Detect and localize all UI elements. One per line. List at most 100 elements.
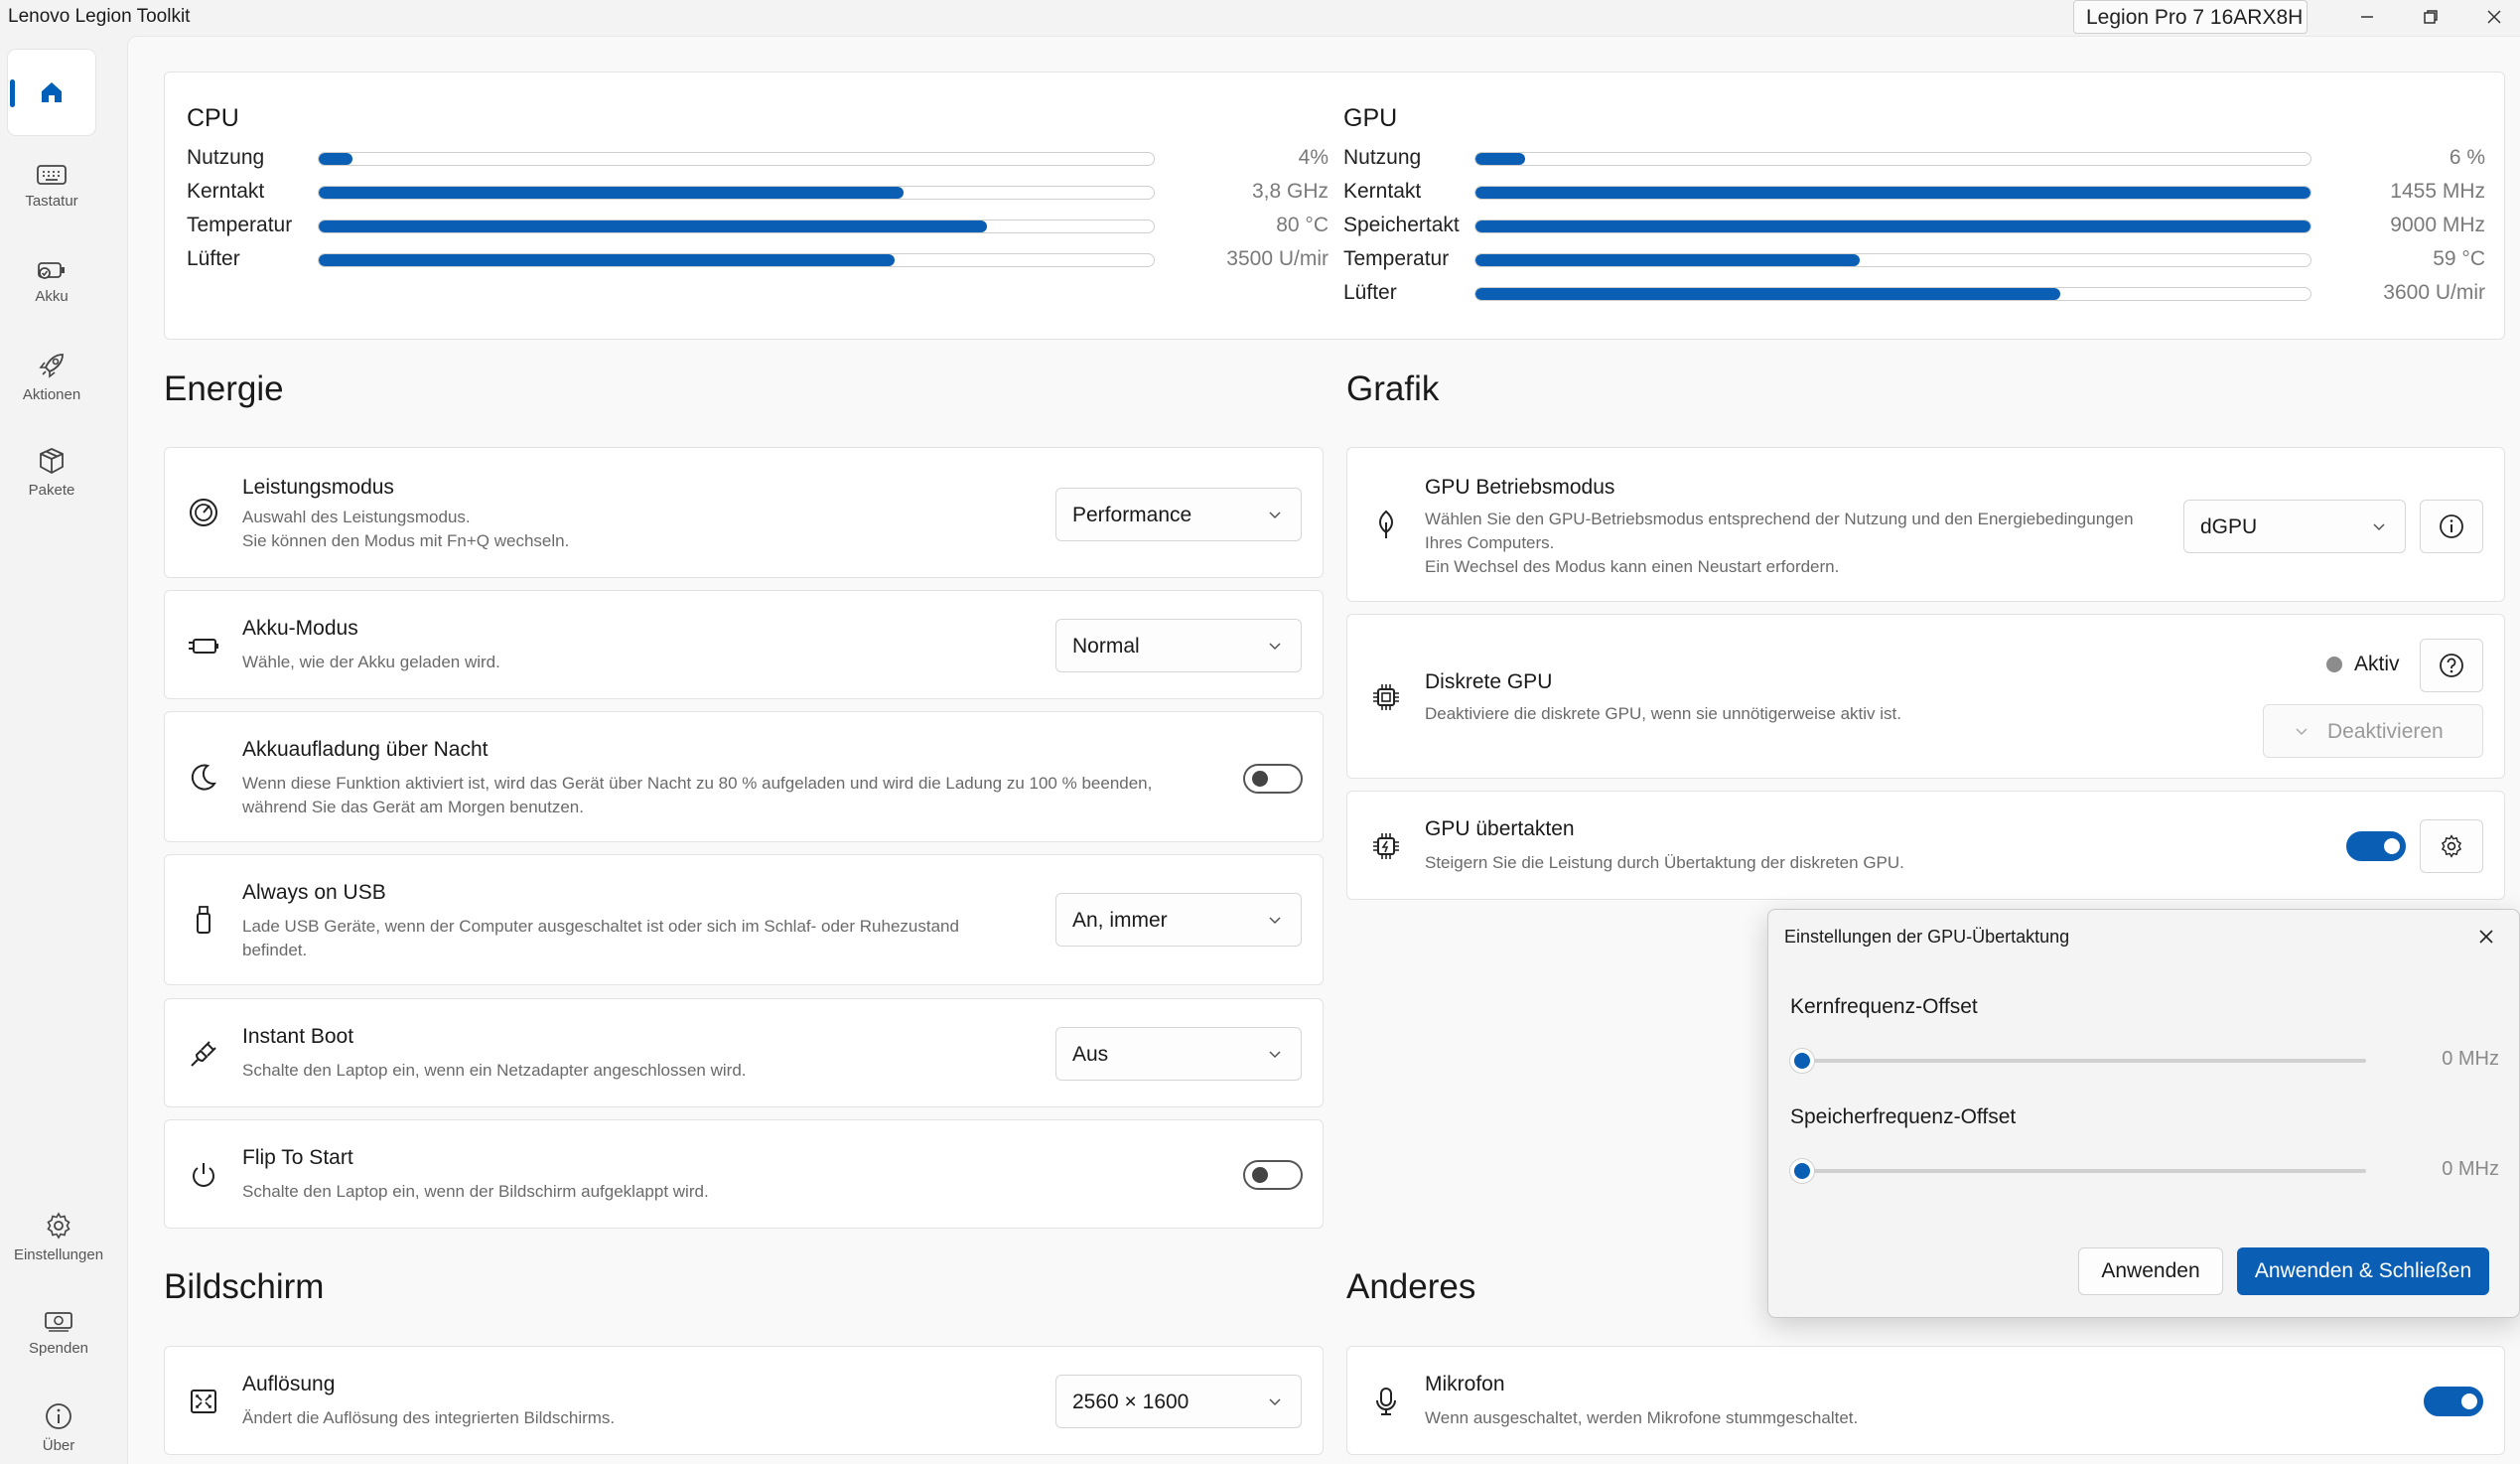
- sidebar-item-about[interactable]: Über: [14, 1385, 103, 1464]
- sensor-bar: [318, 152, 1155, 166]
- dropdown-value: Performance: [1072, 504, 1192, 526]
- sensor-row: Kerntakt 1455 MHz: [1343, 180, 2485, 210]
- sensor-bar: [318, 186, 1155, 200]
- package-icon: [40, 447, 64, 474]
- microphone-card: Mikrofon Wenn ausgeschaltet, werden Mikr…: [1346, 1346, 2505, 1455]
- gpu-overclock-desc: Steigern Sie die Leistung durch Übertakt…: [1425, 853, 1904, 872]
- question-icon: [2440, 654, 2463, 677]
- power-mode-title: Leistungsmodus: [242, 476, 394, 499]
- rocket-icon: [39, 353, 64, 378]
- flip-to-start-card: Flip To Start Schalte den Laptop ein, we…: [164, 1119, 1324, 1229]
- display-heading: Bildschirm: [164, 1267, 325, 1306]
- usb-desc: Lade USB Geräte, wenn der Computer ausge…: [242, 917, 959, 936]
- close-window-button[interactable]: [2470, 0, 2518, 34]
- resolution-dropdown[interactable]: 2560 × 1600: [1055, 1375, 1302, 1428]
- slider-thumb[interactable]: [1790, 1049, 1814, 1073]
- core-offset-slider[interactable]: [1790, 1049, 2366, 1073]
- discrete-gpu-desc: Deaktiviere die diskrete GPU, wenn sie u…: [1425, 704, 1901, 723]
- device-model-box: Legion Pro 7 16ARX8H: [2073, 0, 2308, 34]
- slider-thumb[interactable]: [1790, 1159, 1814, 1183]
- overnight-charge-toggle[interactable]: [1243, 764, 1303, 794]
- other-heading: Anderes: [1346, 1267, 1476, 1306]
- gpu-title: GPU: [1343, 104, 1398, 132]
- sidebar-item-home[interactable]: [8, 50, 95, 135]
- discrete-gpu-card: Diskrete GPU Deaktiviere die diskrete GP…: [1346, 614, 2505, 779]
- discrete-gpu-help-button[interactable]: [2420, 639, 2483, 692]
- sidebar-item-battery[interactable]: Akku: [8, 238, 95, 324]
- plug-icon: [187, 1037, 220, 1071]
- resolution-card: Auflösung Ändert die Auflösung des integ…: [164, 1346, 1324, 1455]
- sensor-row: Lüfter 3600 U/mir: [1343, 281, 2485, 311]
- close-icon: [2487, 10, 2501, 24]
- sensor-row: Speichertakt 9000 MHz: [1343, 214, 2485, 243]
- popup-close-button[interactable]: [2471, 922, 2501, 952]
- sidebar-item-keyboard[interactable]: Tastatur: [8, 143, 95, 228]
- sensor-value: 3,8 GHz: [1251, 180, 1329, 203]
- deactivate-label: Deaktivieren: [2327, 720, 2444, 743]
- chevron-down-icon: [1269, 1398, 1281, 1406]
- moon-icon: [187, 760, 220, 794]
- sidebar-item-actions[interactable]: Aktionen: [8, 334, 95, 419]
- sensor-bar-fill: [1475, 187, 2310, 199]
- microphone-title: Mikrofon: [1425, 1373, 1505, 1395]
- info-icon: [46, 1402, 71, 1429]
- dropdown-value: 2560 × 1600: [1072, 1391, 1190, 1413]
- gear-icon: [47, 1211, 70, 1240]
- overnight-charge-desc: Wenn diese Funktion aktiviert ist, wird …: [242, 774, 1153, 793]
- gpu-mode-dropdown[interactable]: dGPU: [2183, 500, 2406, 553]
- sidebar-item-settings[interactable]: Einstellungen: [14, 1194, 103, 1279]
- chevron-down-icon: [2373, 523, 2385, 531]
- usb-dropdown[interactable]: An, immer: [1055, 893, 1302, 947]
- sensor-value: 59 °C: [2433, 247, 2485, 270]
- sensors-card: CPU Nutzung 4% Kerntakt 3,8 GHz Temperatur 80…: [164, 72, 2505, 340]
- info-icon: [2440, 514, 2463, 538]
- usb-card: Always on USB Lade USB Geräte, wenn der …: [164, 854, 1324, 985]
- sensor-label: Temperatur: [187, 214, 293, 236]
- chevron-down-icon: [2296, 728, 2308, 736]
- gpu-overclock-toggle[interactable]: [2346, 831, 2406, 861]
- sensor-bar: [318, 220, 1155, 233]
- memory-offset-slider[interactable]: [1790, 1159, 2366, 1183]
- popup-title: Einstellungen der GPU-Übertaktung: [1784, 927, 2070, 947]
- sidebar-item-label: Einstellungen: [13, 1245, 104, 1263]
- power-mode-dropdown[interactable]: Performance: [1055, 488, 1302, 541]
- chevron-down-icon: [1269, 917, 1281, 925]
- sensor-bar-fill: [319, 187, 904, 199]
- sidebar-item-label: Aktionen: [22, 385, 81, 403]
- chip-icon: [1369, 680, 1403, 714]
- instant-boot-dropdown[interactable]: Aus: [1055, 1027, 1302, 1081]
- sensor-row: Temperatur 80 °C: [187, 214, 1329, 243]
- gpu-overclock-settings-button[interactable]: [2420, 819, 2483, 873]
- chip-bolt-icon: [1369, 829, 1403, 863]
- dropdown-value: dGPU: [2200, 515, 2258, 538]
- deactivate-button[interactable]: Deaktivieren: [2263, 704, 2483, 758]
- instant-boot-card: Instant Boot Schalte den Laptop ein, wen…: [164, 998, 1324, 1107]
- slider-track: [1800, 1169, 2366, 1173]
- sensor-label: Speichertakt: [1343, 214, 1460, 236]
- battery-icon: [38, 261, 65, 279]
- active-indicator: [10, 79, 15, 107]
- sidebar-item-donate[interactable]: Spenden: [14, 1289, 103, 1375]
- sensor-bar-fill: [1475, 288, 2060, 300]
- gpu-mode-title: GPU Betriebsmodus: [1425, 476, 1615, 499]
- memory-offset-value: 0 MHz: [2442, 1158, 2499, 1180]
- flip-to-start-toggle[interactable]: [1243, 1160, 1303, 1190]
- battery-mode-dropdown[interactable]: Normal: [1055, 619, 1302, 672]
- discrete-gpu-status: Aktiv: [2354, 653, 2400, 675]
- sensor-value: 3500 U/mir: [1226, 247, 1329, 270]
- overnight-charge-title: Akkuaufladung über Nacht: [242, 738, 489, 761]
- battery-mode-card: Akku-Modus Wähle, wie der Akku geladen w…: [164, 590, 1324, 699]
- sensor-bar-fill: [319, 220, 987, 232]
- sensor-bar-fill: [319, 254, 896, 266]
- apply-button[interactable]: Anwenden: [2078, 1247, 2223, 1295]
- sidebar-item-packages[interactable]: Pakete: [8, 429, 95, 514]
- toggle-knob: [2461, 1393, 2477, 1409]
- apply-and-close-button[interactable]: Anwenden & Schließen: [2237, 1247, 2489, 1295]
- minimize-button[interactable]: [2343, 0, 2391, 34]
- status-dot: [2326, 657, 2342, 672]
- gpu-mode-info-button[interactable]: [2420, 500, 2483, 553]
- sensor-value: 6 %: [2449, 146, 2485, 169]
- microphone-toggle[interactable]: [2424, 1387, 2483, 1416]
- sensor-bar: [1474, 186, 2311, 200]
- maximize-button[interactable]: [2407, 0, 2454, 34]
